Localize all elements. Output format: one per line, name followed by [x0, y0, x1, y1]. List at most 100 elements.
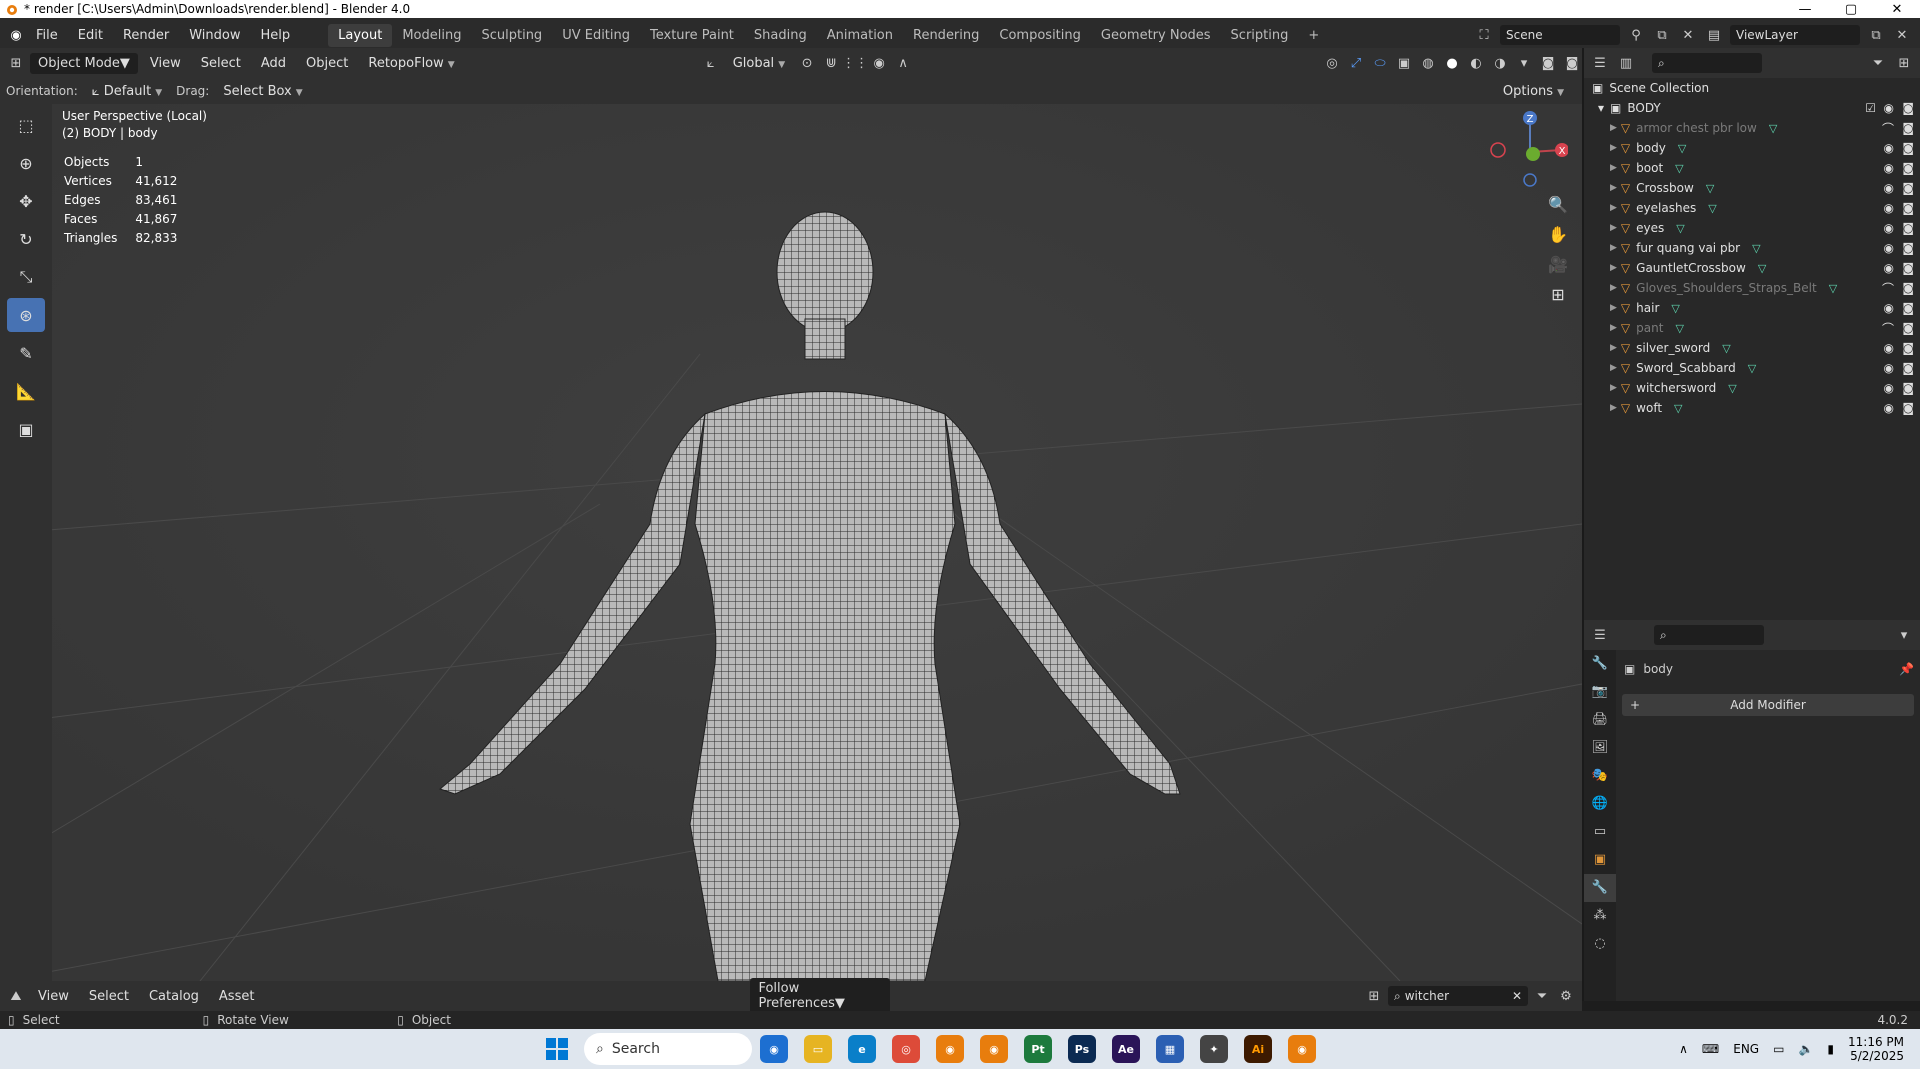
tab-scripting[interactable]: Scripting	[1221, 24, 1299, 47]
pivot-icon[interactable]: ⊙	[797, 53, 817, 73]
view-layer-selector[interactable]: ViewLayer	[1730, 25, 1860, 45]
new-collection-icon[interactable]: ⊞	[1894, 53, 1914, 73]
outliner-item[interactable]: ▶ ▽ Gloves_Shoulders_Straps_Belt ▽ ⌒ ◙	[1584, 278, 1920, 298]
expand-arrow-icon[interactable]: ▶	[1610, 203, 1617, 213]
illustrator-icon[interactable]: Ai	[1244, 1035, 1272, 1063]
tab-sculpting[interactable]: Sculpting	[471, 24, 552, 47]
tab-compositing[interactable]: Compositing	[989, 24, 1091, 47]
render-icon[interactable]: ◙	[1902, 301, 1914, 315]
outliner-item[interactable]: ▶ ▽ silver_sword ▽ ◉ ◙	[1584, 338, 1920, 358]
tab-modeling[interactable]: Modeling	[392, 24, 471, 47]
rendered-shading-icon[interactable]: ◑	[1490, 53, 1510, 73]
tab-shading[interactable]: Shading	[744, 24, 817, 47]
expand-arrow-icon[interactable]: ▶	[1610, 343, 1617, 353]
outliner-item[interactable]: ▶ ▽ witchersword ▽ ◉ ◙	[1584, 378, 1920, 398]
render-icon[interactable]: ◙	[1902, 241, 1914, 255]
eye-icon[interactable]: ◉	[1884, 161, 1894, 175]
view-layer-tab-icon[interactable]: 🖼	[1584, 734, 1616, 762]
display-mode-icon[interactable]: ▥	[1616, 53, 1636, 73]
xray-icon[interactable]: ▣	[1394, 53, 1414, 73]
render-icon[interactable]: ◙	[1902, 221, 1914, 235]
blender-app-icon[interactable]: ◉	[936, 1035, 964, 1063]
outliner-item[interactable]: ▶ ▽ Sword_Scabbard ▽ ◉ ◙	[1584, 358, 1920, 378]
transform-orientation-dropdown[interactable]: Global ▼	[725, 54, 793, 73]
expand-arrow-icon[interactable]: ▶	[1610, 143, 1617, 153]
collection-row-body[interactable]: ▾ ▣ BODY ☑ ◉ ◙	[1584, 98, 1920, 118]
transform-tool-icon[interactable]: ⊛	[7, 298, 45, 332]
scene-tab-icon[interactable]: 🎭	[1584, 762, 1616, 790]
render-icon[interactable]: ◙	[1902, 261, 1914, 275]
render-icon[interactable]: ◙	[1902, 141, 1914, 155]
settings-gear-icon[interactable]: ⚙	[1556, 986, 1576, 1006]
photoshop-icon[interactable]: Ps	[1068, 1035, 1096, 1063]
menu-render[interactable]: Render	[113, 28, 179, 43]
expand-arrow-icon[interactable]: ▶	[1610, 283, 1617, 293]
outliner-item[interactable]: ▶ ▽ pant ▽ ⌒ ◙	[1584, 318, 1920, 338]
eye-icon[interactable]: ◉	[1884, 201, 1894, 215]
outliner-item[interactable]: ▶ ▽ fur quang vai pbr ▽ ◉ ◙	[1584, 238, 1920, 258]
filter-icon[interactable]: ⏷	[1868, 53, 1888, 73]
camera-view-icon[interactable]: 🎥	[1544, 250, 1572, 278]
add-modifier-button[interactable]: + Add Modifier	[1622, 694, 1914, 716]
pan-hand-icon[interactable]: ✋	[1544, 220, 1572, 248]
wireframe-shading-icon[interactable]: ◍	[1418, 53, 1438, 73]
edge-icon[interactable]: e	[848, 1035, 876, 1063]
delete-scene-icon[interactable]: ✕	[1678, 25, 1698, 45]
menu-select[interactable]: Select	[193, 54, 249, 73]
chevron-up-icon[interactable]: ∧	[1679, 1042, 1688, 1056]
display-grid-icon[interactable]: ⊞	[1364, 986, 1384, 1006]
menu-view[interactable]: View	[30, 987, 77, 1006]
battery-icon[interactable]: ▮	[1827, 1042, 1834, 1056]
outliner-item[interactable]: ▶ ▽ boot ▽ ◉ ◙	[1584, 158, 1920, 178]
volume-icon[interactable]: 🔈	[1798, 1042, 1813, 1056]
3d-viewport[interactable]	[0, 104, 1582, 981]
expand-arrow-icon[interactable]: ▶	[1610, 163, 1617, 173]
expand-arrow-icon[interactable]: ▶	[1610, 303, 1617, 313]
properties-search-input[interactable]: ⌕	[1654, 625, 1764, 645]
proportional-edit-icon[interactable]: ◉	[869, 53, 889, 73]
rotate-tool-icon[interactable]: ↻	[7, 222, 45, 256]
expand-arrow-icon[interactable]: ▶	[1610, 263, 1617, 273]
outliner-item[interactable]: ▶ ▽ GauntletCrossbow ▽ ◉ ◙	[1584, 258, 1920, 278]
select-box-tool-icon[interactable]: ⬚	[7, 108, 45, 142]
render-icon[interactable]: ◙	[1902, 201, 1914, 215]
menu-catalog[interactable]: Catalog	[141, 987, 207, 1006]
navigation-gizmo[interactable]: Z X	[1488, 106, 1569, 196]
minimize-icon[interactable]: —	[1782, 2, 1828, 17]
outliner-item[interactable]: ▶ ▽ eyelashes ▽ ◉ ◙	[1584, 198, 1920, 218]
render-icon[interactable]: ◙	[1902, 281, 1914, 295]
overlay-toggle-icon[interactable]: ⬭	[1370, 53, 1390, 73]
new-scene-icon[interactable]: ⧉	[1652, 25, 1672, 45]
physics-tab-icon[interactable]: ◌	[1584, 930, 1616, 958]
outliner-item[interactable]: ▶ ▽ hair ▽ ◉ ◙	[1584, 298, 1920, 318]
expand-arrow-icon[interactable]: ▶	[1610, 363, 1617, 373]
solid-shading-icon[interactable]: ●	[1442, 53, 1462, 73]
editor-type-icon[interactable]: ⊞	[6, 53, 26, 73]
render-tab-icon[interactable]: 📷	[1584, 678, 1616, 706]
network-icon[interactable]: ▭	[1773, 1042, 1784, 1056]
tab-rendering[interactable]: Rendering	[903, 24, 989, 47]
delete-view-layer-icon[interactable]: ✕	[1892, 25, 1912, 45]
keyboard-icon[interactable]: ⌨	[1702, 1042, 1719, 1056]
outliner-item[interactable]: ▶ ▽ eyes ▽ ◉ ◙	[1584, 218, 1920, 238]
render-icon[interactable]: ◙	[1902, 401, 1914, 415]
cursor-tool-icon[interactable]: ⊕	[7, 146, 45, 180]
expand-arrow-icon[interactable]: ▶	[1610, 383, 1617, 393]
tab-layout[interactable]: Layout	[328, 23, 393, 47]
retopo-icon-b[interactable]: ◙	[1562, 53, 1582, 73]
asset-browser-editor-icon[interactable]: ⛰	[6, 986, 26, 1006]
shading-options-icon[interactable]: ▾	[1514, 53, 1534, 73]
snap-icon[interactable]: ⋓	[821, 53, 841, 73]
menu-edit[interactable]: Edit	[68, 28, 113, 43]
transform-orientation-icon[interactable]: ⟀	[701, 53, 721, 73]
eye-icon[interactable]: ◉	[1884, 401, 1894, 415]
outliner-item[interactable]: ▶ ▽ armor chest pbr low ▽ ⌒ ◙	[1584, 118, 1920, 138]
retopo-icon-a[interactable]: ◙	[1538, 53, 1558, 73]
world-tab-icon[interactable]: 🌐	[1584, 790, 1616, 818]
close-icon[interactable]: ✕	[1874, 2, 1920, 17]
render-icon[interactable]: ◙	[1902, 121, 1914, 135]
substance-painter-icon[interactable]: Pt	[1024, 1035, 1052, 1063]
modifier-tab-icon[interactable]: 🔧	[1584, 874, 1616, 902]
move-tool-icon[interactable]: ✥	[7, 184, 45, 218]
chrome-icon[interactable]: ◎	[892, 1035, 920, 1063]
